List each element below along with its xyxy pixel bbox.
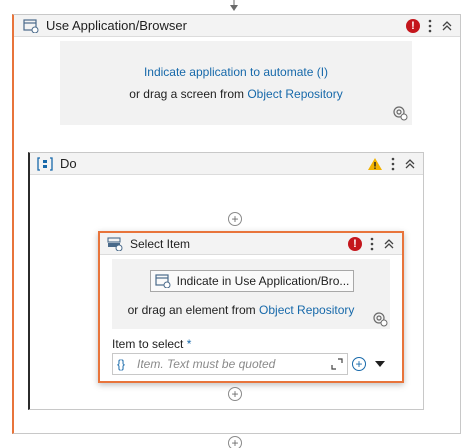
object-repository-link[interactable]: Object Repository xyxy=(259,303,354,317)
target-settings-icon[interactable] xyxy=(372,311,388,327)
select-item-icon xyxy=(106,236,124,252)
do-container[interactable]: Do + Select Item ! Indicate in Use Appli… xyxy=(28,152,424,410)
select-item-header[interactable]: Select Item ! xyxy=(100,233,402,255)
required-mark: * xyxy=(186,337,192,351)
item-to-select-label: Item to select * xyxy=(112,337,192,351)
target-application-area[interactable]: Indicate application to automate (I) or … xyxy=(60,41,412,125)
target-settings-icon[interactable] xyxy=(392,105,408,121)
drag-from-repository-text: or drag an element from Object Repositor… xyxy=(127,303,355,317)
collapse-icon[interactable] xyxy=(440,18,454,34)
collapse-icon[interactable] xyxy=(382,236,396,252)
add-activity-icon[interactable]: + xyxy=(228,212,242,226)
select-item-activity[interactable]: Select Item ! Indicate in Use Applicatio… xyxy=(98,231,404,383)
item-dropdown-icon[interactable] xyxy=(370,353,390,375)
activity-title: Use Application/Browser xyxy=(46,18,187,33)
collapse-icon[interactable] xyxy=(403,156,417,172)
more-options-icon[interactable] xyxy=(387,156,399,172)
select-item-title: Select Item xyxy=(130,236,191,251)
error-icon[interactable]: ! xyxy=(348,236,362,251)
more-options-icon[interactable] xyxy=(424,18,436,34)
add-activity-icon[interactable]: + xyxy=(228,436,242,448)
use-application-browser-activity[interactable]: Use Application/Browser ! Indicate appli… xyxy=(12,14,461,434)
item-to-select-input[interactable]: {} Item. Text must be quoted xyxy=(112,353,348,375)
application-window-icon xyxy=(22,18,40,34)
application-window-icon xyxy=(155,274,171,288)
warning-icon[interactable] xyxy=(367,157,383,171)
more-options-icon[interactable] xyxy=(366,236,378,252)
indicate-application-link[interactable]: Indicate application to automate (I) xyxy=(60,65,412,79)
add-activity-icon[interactable]: + xyxy=(228,387,242,401)
do-header[interactable]: Do xyxy=(30,153,423,175)
error-icon[interactable]: ! xyxy=(406,18,420,33)
add-variable-icon[interactable]: + xyxy=(352,357,366,371)
flow-arrow-icon xyxy=(230,0,238,11)
indicate-element-button[interactable]: Indicate in Use Application/Bro... xyxy=(150,270,354,292)
do-title: Do xyxy=(60,156,77,171)
target-element-area[interactable]: Indicate in Use Application/Bro... or dr… xyxy=(112,259,390,329)
item-placeholder: Item. Text must be quoted xyxy=(137,357,276,371)
indicate-element-label: Indicate in Use Application/Bro... xyxy=(176,274,350,288)
object-repository-link[interactable]: Object Repository xyxy=(247,87,342,101)
drag-from-repository-text: or drag a screen from Object Repository xyxy=(129,87,343,101)
sequence-icon xyxy=(36,156,54,172)
activity-header[interactable]: Use Application/Browser ! xyxy=(14,15,460,37)
expression-icon: {} xyxy=(117,357,126,371)
expand-editor-icon[interactable] xyxy=(331,358,343,370)
